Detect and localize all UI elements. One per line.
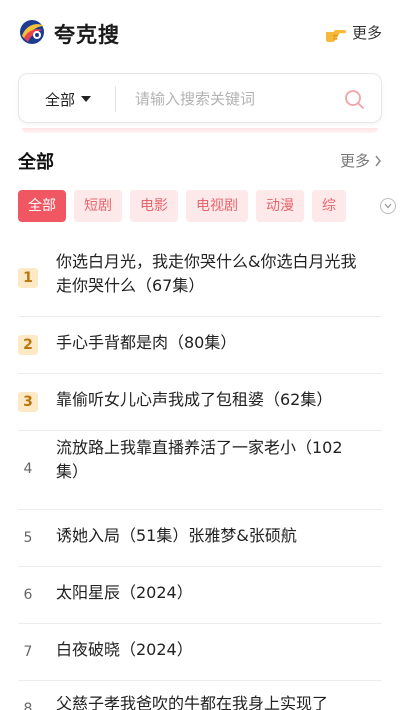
rank-number: 7: [23, 644, 33, 660]
list-item[interactable]: 2 手心手背都是肉（80集）: [0, 316, 400, 374]
rank-list: 1 你选白月光，我走你哭什么&你选白月光我走你哭什么（67集） 2 手心手背都是肉（8…: [0, 240, 400, 710]
list-item[interactable]: 7 白夜破晓（2024）: [0, 623, 400, 681]
list-item[interactable]: 4 流放路上我靠直播养活了一家老小（102集）: [0, 430, 400, 510]
list-item[interactable]: 8 父慈子孝我爸吹的牛都在我身上实现了: [0, 680, 400, 710]
quark-logo-icon[interactable]: [18, 18, 46, 46]
rank-title: 诱她入局（51集）张雅梦&张硕航: [56, 526, 297, 545]
list-item[interactable]: 1 你选白月光，我走你哭什么&你选白月光我走你哭什么（67集）: [0, 240, 400, 317]
top-header: 夸克搜 更多: [0, 0, 400, 66]
rank-title: 你选白月光，我走你哭什么&你选白月光我走你哭什么（67集）: [56, 252, 357, 295]
rank-title: 靠偷听女儿心声我成了包租婆（62集）: [56, 390, 333, 409]
tab-0[interactable]: 全部: [18, 190, 66, 222]
rank-title: 白夜破晓（2024）: [56, 640, 193, 659]
app-title: 夸克搜: [54, 23, 120, 47]
rank-number: 5: [23, 530, 33, 546]
expand-tabs-button[interactable]: [380, 198, 396, 214]
pointing-hand-icon: [325, 29, 346, 42]
list-item[interactable]: 5 诱她入局（51集）张雅梦&张硕航: [0, 509, 400, 567]
search-scope-label: 全部: [45, 90, 76, 109]
rank-title: 太阳星辰（2024）: [56, 583, 193, 602]
tab-1[interactable]: 短剧: [74, 190, 122, 222]
rank-number: 6: [23, 587, 33, 603]
tab-4[interactable]: 动漫: [256, 190, 304, 222]
section-more-label: 更多: [339, 152, 370, 170]
search-scope-dropdown[interactable]: 全部: [45, 74, 92, 124]
rank-number: 2: [18, 335, 38, 355]
caret-down-icon: [81, 96, 92, 102]
search-underline-decoration: [22, 128, 378, 133]
list-item[interactable]: 6 太阳星辰（2024）: [0, 566, 400, 624]
section-header: 全部 更多: [18, 146, 382, 174]
section-title: 全部: [18, 152, 54, 173]
chevron-down-icon: [384, 203, 392, 209]
list-item[interactable]: 3 靠偷听女儿心声我成了包租婆（62集）: [0, 373, 400, 431]
rank-title: 父慈子孝我爸吹的牛都在我身上实现了: [56, 694, 329, 710]
search-bar: 全部: [18, 73, 382, 123]
search-input[interactable]: [135, 84, 335, 114]
tab-5[interactable]: 综: [312, 190, 346, 222]
rank-number: 1: [18, 268, 38, 288]
rank-number: 3: [18, 392, 38, 412]
chevron-right-icon: [375, 155, 381, 166]
tab-2[interactable]: 电影: [130, 190, 178, 222]
rank-title: 流放路上我靠直播养活了一家老小（102集）: [56, 438, 343, 481]
rank-number: 4: [23, 461, 33, 477]
rank-title: 手心手背都是肉（80集）: [56, 333, 237, 352]
rank-number: 8: [23, 701, 33, 710]
section-more-button[interactable]: 更多: [340, 150, 382, 171]
more-menu-button[interactable]: 更多: [324, 22, 382, 43]
tab-3[interactable]: 电视剧: [186, 190, 248, 222]
search-icon[interactable]: [343, 88, 365, 110]
category-tabs: 全部 短剧 电影 电视剧 动漫综: [18, 190, 382, 222]
more-label: 更多: [351, 24, 382, 42]
search-divider: [115, 86, 116, 112]
